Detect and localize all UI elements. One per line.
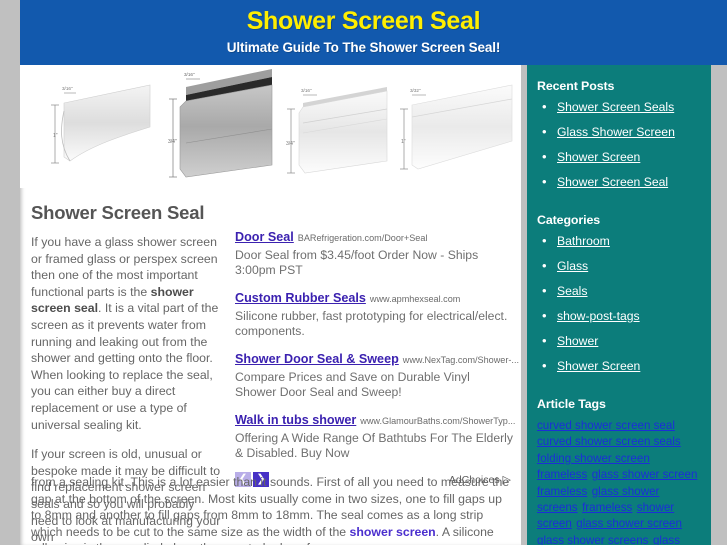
ad-item[interactable]: Custom Rubber Seals www.apmhexseal.com Si…: [235, 289, 513, 338]
bullet-icon: •: [542, 149, 547, 164]
sidebar-link-category-1[interactable]: Glass: [557, 259, 588, 273]
article-body-bottom: from a sealing kit. This is a lot easier…: [31, 474, 515, 545]
list-item[interactable]: • Shower Screen: [539, 149, 701, 165]
sidebar-link-category-0[interactable]: Bathroom: [557, 234, 610, 248]
bullet-icon: •: [542, 233, 547, 248]
shower-screen-inline-link[interactable]: shower screen: [350, 525, 436, 539]
tag-link-2[interactable]: folding shower screen: [537, 452, 650, 465]
bullet-icon: •: [542, 358, 547, 373]
ad-display-url: www.NexTag.com/Shower-...: [402, 355, 519, 365]
article-paragraph-1: If you have a glass shower screen or fra…: [31, 234, 221, 433]
list-item[interactable]: • show-post-tags: [539, 308, 701, 324]
bullet-icon: •: [542, 124, 547, 139]
list-item[interactable]: • Shower Screen Seal: [539, 174, 701, 190]
sidebar-link-category-3[interactable]: show-post-tags: [557, 309, 640, 323]
bullet-icon: •: [542, 333, 547, 348]
site-header: Shower Screen Seal Ultimate Guide To The…: [20, 0, 727, 65]
tag-link-5[interactable]: frameless: [537, 485, 587, 498]
list-item[interactable]: • Glass Shower Screen: [539, 124, 701, 140]
tag-link-4[interactable]: glass shower screen: [592, 468, 698, 481]
ad-display-url: www.GlamourBaths.com/ShowerTyp...: [360, 416, 516, 426]
svg-text:3/16": 3/16": [184, 72, 195, 77]
bullet-icon: •: [542, 283, 547, 298]
main-content: 1" 3/16" 3/4" 3/16" 3/4" 3/16" 1" 3/32" …: [20, 65, 521, 545]
svg-text:1": 1": [53, 133, 58, 139]
tag-link-10[interactable]: glass shower screens: [537, 534, 648, 545]
svg-text:3/16": 3/16": [62, 86, 73, 91]
categories-list: • Bathroom • Glass • Seals • show-post-tags …: [537, 233, 701, 374]
ad-item[interactable]: Shower Door Seal & Sweep www.NexTag.com/S…: [235, 350, 519, 399]
list-item[interactable]: • Glass: [539, 258, 701, 274]
svg-text:1": 1": [401, 139, 406, 145]
right-gutter: [711, 0, 727, 545]
tag-link-3[interactable]: frameless: [537, 468, 587, 481]
ad-title-link[interactable]: Walk in tubs shower: [235, 413, 356, 427]
widget-recent-posts: Recent Posts • Shower Screen Seals • Glass…: [527, 65, 711, 190]
list-item[interactable]: • Shower Screen Seals: [539, 99, 701, 115]
ad-item[interactable]: Walk in tubs shower www.GlamourBaths.com/…: [235, 411, 516, 460]
site-title: Shower Screen Seal: [246, 7, 481, 35]
ad-headline-row: Shower Door Seal & Sweep www.NexTag.com/S…: [235, 350, 519, 368]
tag-link-7[interactable]: frameless: [582, 501, 632, 514]
widget-title-categories: Categories: [537, 213, 601, 227]
ad-description: Compare Prices and Save on Durable Vinyl…: [235, 370, 470, 399]
seal-profile-2: 3/4" 3/16": [160, 65, 280, 188]
list-item[interactable]: • Seals: [539, 283, 701, 299]
ad-headline-row: Custom Rubber Seals www.apmhexseal.com: [235, 289, 513, 307]
ad-title-link[interactable]: Custom Rubber Seals: [235, 291, 366, 305]
widget-categories: Categories • Bathroom • Glass • Seals • show…: [527, 199, 711, 374]
svg-text:3/4": 3/4": [168, 139, 177, 145]
bullet-icon: •: [542, 99, 547, 114]
ad-headline-row: Walk in tubs shower www.GlamourBaths.com/…: [235, 411, 516, 429]
widget-title-article-tags: Article Tags: [537, 397, 606, 411]
sidebar: Recent Posts • Shower Screen Seals • Glass…: [527, 65, 711, 545]
list-item[interactable]: • Bathroom: [539, 233, 701, 249]
ad-description: Silicone rubber, fast prototyping for el…: [235, 309, 508, 338]
ad-headline-row: Door Seal BARefrigeration.com/Door+Seal: [235, 228, 513, 246]
sidebar-link-recent-0[interactable]: Shower Screen Seals: [557, 100, 674, 114]
recent-posts-list: • Shower Screen Seals • Glass Shower Scree…: [537, 99, 701, 190]
tag-cloud: curved shower screen seal curved shower …: [527, 417, 711, 545]
ad-display-url: www.apmhexseal.com: [369, 294, 461, 304]
svg-text:3/32": 3/32": [410, 88, 421, 93]
seal-profile-3: 3/4" 3/16": [275, 65, 395, 188]
ad-item[interactable]: Door Seal BARefrigeration.com/Door+Seal D…: [235, 228, 513, 277]
tag-link-1[interactable]: curved shower screen seals: [537, 435, 681, 448]
article-paragraph-3: from a sealing kit. This is a lot easier…: [31, 474, 515, 545]
ad-display-url: BARefrigeration.com/Door+Seal: [297, 233, 428, 243]
svg-text:3/4": 3/4": [286, 141, 295, 147]
banner-image: 1" 3/16" 3/4" 3/16" 3/4" 3/16" 1" 3/32": [20, 65, 521, 188]
list-item[interactable]: • Shower: [539, 333, 701, 349]
widget-article-tags: Article Tags: [527, 383, 711, 417]
ad-description: Door Seal from $3.45/foot Order Now - Sh…: [235, 248, 479, 277]
sidebar-link-category-5[interactable]: Shower Screen: [557, 359, 640, 373]
tag-link-9[interactable]: glass shower screen: [576, 517, 682, 530]
sidebar-link-category-2[interactable]: Seals: [557, 284, 588, 298]
svg-text:3/16": 3/16": [301, 88, 312, 93]
sidebar-link-recent-2[interactable]: Shower Screen: [557, 150, 640, 164]
sidebar-link-recent-1[interactable]: Glass Shower Screen: [557, 125, 675, 139]
sidebar-link-recent-3[interactable]: Shower Screen Seal: [557, 175, 668, 189]
page-root: Shower Screen Seal Ultimate Guide To The…: [0, 0, 727, 545]
list-item[interactable]: • Shower Screen: [539, 358, 701, 374]
bullet-icon: •: [542, 174, 547, 189]
seal-profile-1: 1" 3/16": [42, 65, 162, 188]
site-tagline: Ultimate Guide To The Shower Screen Seal…: [226, 40, 501, 55]
left-gutter: [0, 0, 20, 545]
bullet-icon: •: [542, 258, 547, 273]
ad-title-link[interactable]: Shower Door Seal & Sweep: [235, 352, 399, 366]
sidebar-link-category-4[interactable]: Shower: [557, 334, 598, 348]
bullet-icon: •: [542, 308, 547, 323]
paragraph-1-text-b: . It is a vital part of the screen as it…: [31, 301, 219, 432]
ad-description: Offering A Wide Range Of Bathtubs For Th…: [235, 431, 513, 460]
seal-profile-4: 1" 3/32": [388, 65, 513, 188]
ad-title-link[interactable]: Door Seal: [235, 230, 294, 244]
tag-link-0[interactable]: curved shower screen seal: [537, 419, 675, 432]
ad-unit: Door Seal BARefrigeration.com/Door+Seal D…: [235, 228, 519, 490]
widget-title-recent-posts: Recent Posts: [537, 79, 615, 93]
